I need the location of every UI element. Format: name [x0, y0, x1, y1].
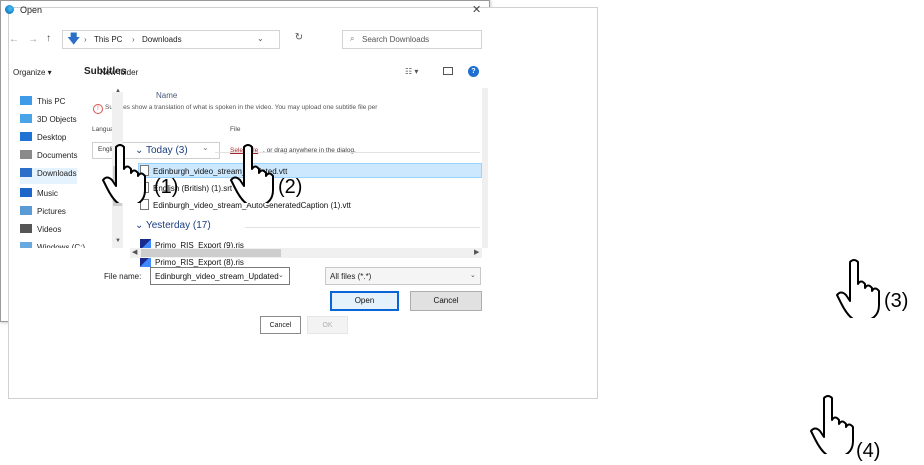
sidebar-item-label: This PC [37, 97, 66, 106]
sidebar-item-label: Documents [37, 151, 78, 160]
download-icon [20, 168, 32, 177]
view-options-icon[interactable]: ☷ ▾ [405, 67, 418, 76]
chevron-down-icon[interactable]: ⌄ [257, 34, 264, 43]
column-header-name[interactable]: Name [156, 91, 177, 100]
scroll-right-icon[interactable]: ▶ [474, 248, 479, 256]
hand-pointer-icon [230, 144, 274, 203]
sidebar-item-label: Downloads [37, 169, 77, 178]
back-arrow-icon[interactable]: ← [9, 34, 19, 45]
help-icon[interactable]: ? [468, 66, 479, 77]
chevron-down-icon: ⌄ [202, 143, 209, 152]
file-name-label: File name: [104, 272, 142, 281]
pictures-icon [20, 206, 32, 215]
subtitles-info-text: Subtitles show a translation of what is … [105, 104, 378, 111]
video-icon [20, 224, 32, 233]
subtitles-ok-button[interactable]: OK [307, 316, 348, 334]
group-header-yesterday[interactable]: ⌄ Yesterday (17) [135, 220, 211, 231]
sidebar-item-music[interactable]: Music [20, 188, 58, 204]
sidebar-item-windows-c[interactable]: Windows (C:) [20, 242, 85, 248]
step-label-4: (4) [856, 440, 881, 462]
sidebar-item-pictures[interactable]: Pictures [20, 206, 66, 222]
sidebar-item-desktop[interactable]: Desktop [20, 132, 66, 148]
cube-icon [20, 114, 32, 123]
scroll-left-icon[interactable]: ◀ [132, 248, 137, 256]
sidebar-item-downloads[interactable]: Downloads [20, 168, 77, 184]
document-icon [20, 150, 32, 159]
chevron-down-icon: ⌄ [470, 272, 476, 279]
sidebar-item-documents[interactable]: Documents [20, 150, 77, 166]
sidebar-item-3d-objects[interactable]: 3D Objects [20, 114, 77, 130]
file-label: File [230, 126, 241, 133]
dialog-title: Open [20, 5, 43, 15]
sidebar-item-label: Videos [37, 225, 62, 234]
cancel-button[interactable]: Cancel [410, 291, 482, 311]
file-type-value: All files (*.*) [330, 272, 372, 281]
edge-browser-icon [5, 5, 14, 14]
up-arrow-icon[interactable]: ↑ [46, 33, 51, 44]
preview-pane-icon[interactable] [443, 67, 453, 75]
step-label-2: (2) [278, 176, 303, 198]
sidebar-item-videos[interactable]: Videos [20, 224, 61, 240]
sidebar-item-this-pc[interactable]: This PC [20, 96, 65, 112]
sidebar-item-label: Music [37, 189, 58, 198]
sidebar-item-label: Windows (C:) [37, 243, 86, 248]
forward-arrow-icon[interactable]: → [28, 34, 38, 45]
refresh-icon[interactable]: ↻ [290, 32, 308, 49]
step-label-1: (1) [154, 176, 179, 198]
group-label: Today (3) [145, 145, 188, 156]
file-name: Primo_RIS_Export (8).ris [155, 258, 244, 267]
sidebar-item-label: 3D Objects [37, 115, 77, 124]
search-placeholder: Search Downloads [362, 35, 430, 44]
horizontal-scroll-thumb[interactable] [141, 249, 281, 257]
breadcrumb-this-pc[interactable]: This PC [94, 35, 122, 44]
breadcrumb-downloads[interactable]: Downloads [142, 35, 182, 44]
organize-button[interactable]: Organize ▾ [13, 68, 52, 77]
music-icon [20, 188, 32, 197]
file-name-value: Edinburgh_video_stream_Updated [155, 272, 279, 281]
new-folder-button[interactable]: New folder [100, 68, 138, 77]
open-button[interactable]: Open [330, 291, 399, 311]
close-icon[interactable]: ✕ [472, 3, 481, 16]
search-icon: ⌕ [350, 34, 355, 43]
group-label: Yesterday (17) [145, 220, 211, 231]
sidebar-item-label: Pictures [37, 207, 66, 216]
desktop-icon [20, 132, 32, 141]
download-arrow-icon: 🡇 [67, 31, 81, 46]
group-divider [245, 227, 480, 228]
hand-pointer-icon [810, 395, 854, 454]
drive-icon [20, 242, 32, 248]
computer-icon [20, 96, 32, 105]
subtitles-cancel-button[interactable]: Cancel [260, 316, 301, 334]
hand-pointer-icon [836, 259, 880, 318]
hand-pointer-icon [102, 144, 146, 203]
breadcrumb-separator: › [84, 35, 87, 44]
breadcrumb-separator: › [132, 35, 135, 44]
sidebar-item-label: Desktop [37, 133, 67, 142]
files-vertical-scrollbar[interactable] [482, 88, 488, 248]
chevron-down-icon[interactable]: ⌄ [278, 271, 284, 279]
step-label-3: (3) [884, 290, 909, 312]
